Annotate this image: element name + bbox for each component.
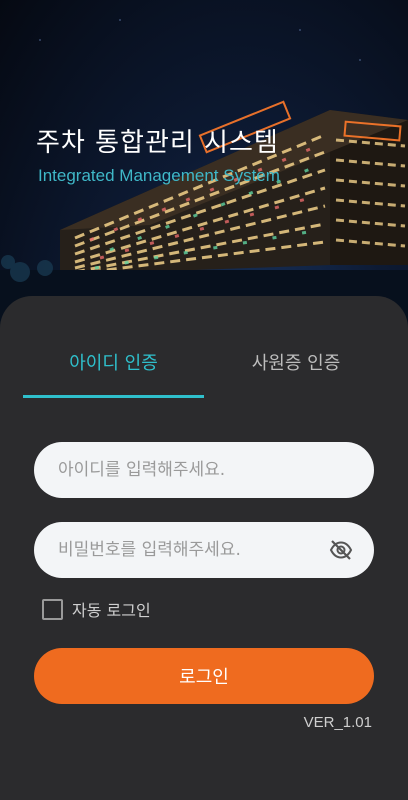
tab-id-auth-label: 아이디 인증 xyxy=(69,353,158,374)
login-button[interactable]: 로그인 xyxy=(34,648,374,704)
password-input[interactable] xyxy=(34,522,328,578)
eye-off-icon[interactable] xyxy=(328,538,354,562)
id-field-container xyxy=(34,442,374,498)
tab-id-auth[interactable]: 아이디 인증 xyxy=(23,350,204,398)
tab-employee-card-auth-label: 사원증 인증 xyxy=(251,353,341,374)
tab-employee-card-auth[interactable]: 사원증 인증 xyxy=(206,350,386,398)
app-title: 주차 통합관리 시스템 xyxy=(36,128,279,158)
auto-login-label: 자동 로그인 xyxy=(72,601,151,620)
building-photo xyxy=(0,19,408,330)
hero-banner: 주차 통합관리 시스템 Integrated Management System xyxy=(0,0,408,330)
app-subtitle: Integrated Management System xyxy=(38,166,280,185)
auto-login-checkbox[interactable] xyxy=(42,598,63,620)
auto-login-option[interactable]: 자동 로그인 xyxy=(42,597,151,621)
id-input[interactable] xyxy=(34,442,328,498)
password-field-container xyxy=(34,522,374,578)
version-label: VER_1.01 xyxy=(303,714,372,731)
